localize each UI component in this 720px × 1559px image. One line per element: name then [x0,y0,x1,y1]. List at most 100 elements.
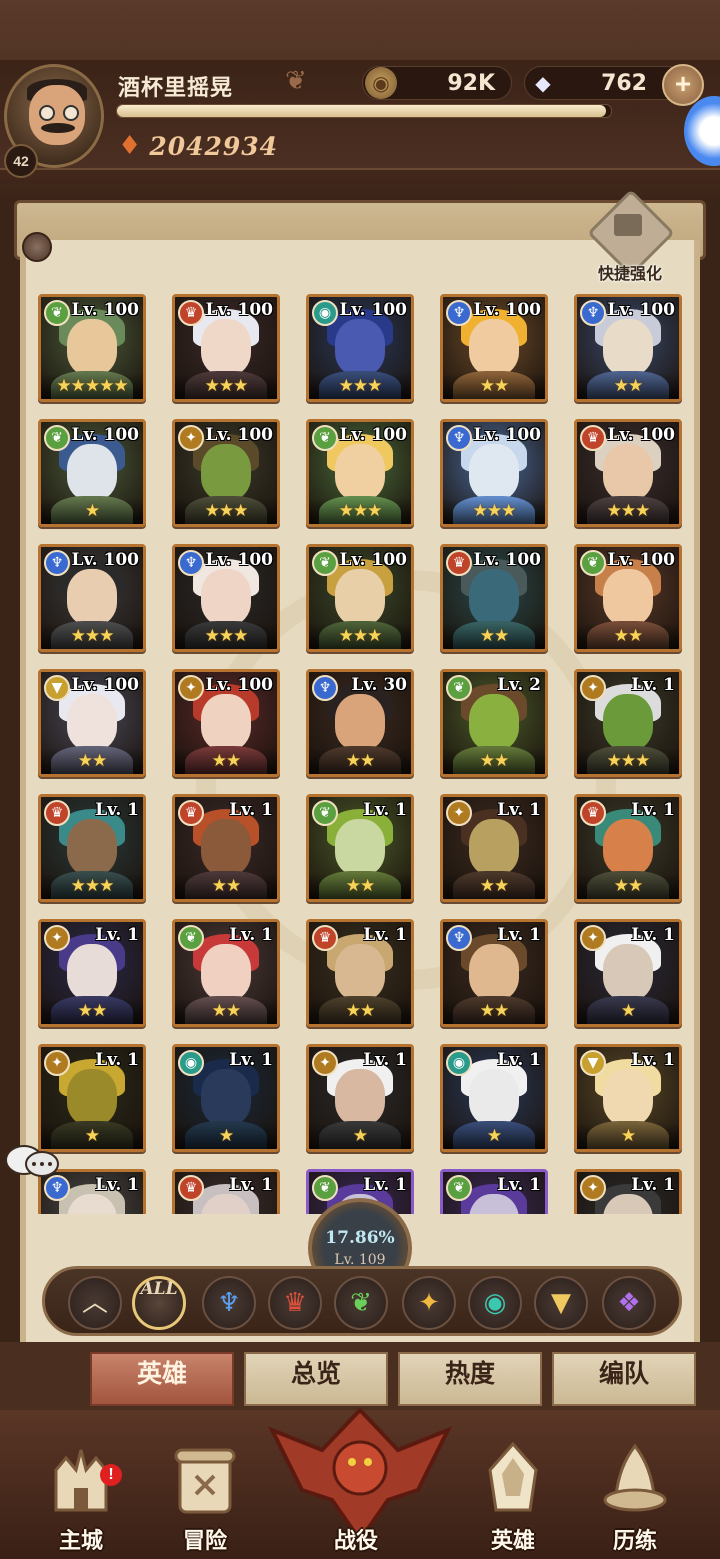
hero-card[interactable]: ✦ Lv. 1 ★★ [440,794,548,902]
hero-face [603,569,653,625]
hero-card[interactable]: ♆ Lv. 100 ★★★ [172,544,280,652]
faction-icon: ◉ [446,1050,472,1076]
hero-card[interactable]: ❦ Lv. 100 ★★★ [306,544,414,652]
hero-card[interactable]: ♆ Lv. 100 ★★ [574,294,682,402]
hero-stars: ★★★ [70,626,115,646]
diamond-counter[interactable]: ◆ 762 [524,66,684,100]
hero-card[interactable]: ♆ Lv. 30 ★★ [306,669,414,777]
faction-icon: ♆ [446,300,472,326]
hero-card[interactable]: ❦ Lv. 100 ★★★ [306,419,414,527]
filter-celestial-icon[interactable]: ▼ [534,1276,588,1330]
hero-face [201,694,251,750]
hero-card[interactable]: ✦ Lv. 1 ★★ [38,919,146,1027]
filter-collapse-icon[interactable]: ︿ [68,1276,122,1330]
hero-stars: ★ [620,1126,636,1146]
faction-icon: ❦ [178,925,204,951]
hero-helmet-icon [488,1441,538,1512]
filter-graveborn-icon[interactable]: ◉ [468,1276,522,1330]
hero-card[interactable]: ✦ Lv. 100 ★★ [172,669,280,777]
hero-face [603,444,653,500]
hero-card[interactable]: ♛ Lv. 1 ★★★ [38,794,146,902]
gold-counter[interactable]: ◉ 92K [362,66,512,100]
hero-face [469,569,519,625]
hero-card[interactable]: ♛ Lv. 1 [172,1169,280,1214]
hero-card[interactable]: ◉ Lv. 1 ★ [440,1044,548,1152]
hero-card[interactable]: ♆ Lv. 100 ★★ [440,294,548,402]
hero-level: Lv. 100 [607,425,675,445]
quick-enhance-button[interactable]: 快捷强化 [587,189,675,288]
nav-campaign[interactable]: 战役 [301,1440,411,1559]
hero-card[interactable]: ❦ Lv. 1 [440,1169,548,1214]
hero-card[interactable]: ▼ Lv. 1 ★ [574,1044,682,1152]
faction-icon: ♛ [178,800,204,826]
hero-face [67,569,117,625]
hero-level: Lv. 100 [205,300,273,320]
chat-icon[interactable] [4,1140,62,1184]
hero-level: Lv. 100 [339,425,407,445]
hero-card[interactable]: ♛ Lv. 100 ★★★ [172,294,280,402]
add-diamonds-button[interactable]: + [662,64,704,106]
nav-trials-label: 历练 [612,1529,657,1554]
hero-card[interactable]: ❦ Lv. 1 ★★ [306,794,414,902]
tab-formation[interactable]: 编队 [552,1352,696,1406]
hero-level: Lv. 1 [497,1050,541,1070]
hero-stars: ★ [620,1001,636,1021]
hero-card[interactable]: ◉ Lv. 1 ★ [172,1044,280,1152]
hero-card[interactable]: ♛ Lv. 100 ★★ [440,544,548,652]
hero-card[interactable]: ✦ Lv. 1 [574,1169,682,1214]
nav-trials[interactable]: 历练 [580,1440,690,1559]
hero-card[interactable]: ✦ Lv. 1 ★★★ [574,669,682,777]
hero-card[interactable]: ♛ Lv. 100 ★★★ [574,419,682,527]
tab-heroes[interactable]: 英雄 [90,1352,234,1406]
hero-card[interactable]: ♛ Lv. 1 ★★ [306,919,414,1027]
hero-level: Lv. 1 [229,925,273,945]
nav-adventure[interactable]: 冒险 [150,1440,260,1559]
hero-card[interactable]: ♆ Lv. 100 ★★★ [38,544,146,652]
hero-face [603,944,653,1000]
filter-hypogean-icon[interactable]: ❖ [602,1276,656,1330]
hero-card[interactable]: ❦ Lv. 1 ★★ [172,919,280,1027]
hero-card[interactable]: ▼ Lv. 100 ★★ [38,669,146,777]
hero-stars: ★ [352,1126,368,1146]
hero-card[interactable]: ♆ Lv. 100 ★★★ [440,419,548,527]
hero-stars: ★★★ [70,876,115,896]
nav-main-city[interactable]: 主城 [26,1440,136,1559]
filter-lightbearer-icon[interactable]: ♆ [202,1276,256,1330]
hero-card[interactable]: ◉ Lv. 100 ★★★ [306,294,414,402]
filter-all-icon[interactable]: ALL [132,1276,186,1330]
hero-card[interactable]: ❦ Lv. 100 ★★★★★ [38,294,146,402]
hero-card[interactable]: ❦ Lv. 2 ★★ [440,669,548,777]
hero-level: Lv. 1 [497,800,541,820]
hero-card[interactable]: ✦ Lv. 1 ★ [306,1044,414,1152]
hero-card[interactable]: ✦ Lv. 1 ★ [38,1044,146,1152]
hero-card[interactable]: ❦ Lv. 100 ★★ [574,544,682,652]
hero-card[interactable]: ♛ Lv. 1 ★★ [574,794,682,902]
hero-card[interactable]: ✦ Lv. 100 ★★★ [172,419,280,527]
diamond-value: 762 [601,71,647,96]
filter-graveborn-gold-icon[interactable]: ✦ [402,1276,456,1330]
hero-face [335,444,385,500]
hero-card[interactable]: ❦ Lv. 100 ★ [38,419,146,527]
combat-power-value: 2042934 [149,131,279,161]
hero-card[interactable]: ♛ Lv. 1 ★★ [172,794,280,902]
hero-face [67,319,117,375]
hero-face [469,819,519,875]
faction-icon: ❦ [312,800,338,826]
faction-icon: ✦ [178,675,204,701]
combat-power: ♦ 2042934 [118,128,278,164]
faction-icon: ♛ [580,800,606,826]
hero-face [201,569,251,625]
filter-maulers-icon[interactable]: ♛ [268,1276,322,1330]
nav-heroes[interactable]: 英雄 [458,1440,568,1559]
faction-icon: ♛ [312,925,338,951]
hero-level: Lv. 100 [607,550,675,570]
hero-level: Lv. 1 [497,1175,541,1195]
hero-stars: ★★ [345,1001,375,1021]
player-name[interactable]: 酒杯里摇晃 [118,70,233,102]
filter-wilder-icon[interactable]: ❦ [334,1276,388,1330]
hero-level: Lv. 1 [363,1050,407,1070]
hero-card[interactable]: ♆ Lv. 1 ★★ [440,919,548,1027]
hero-stars: ★★ [345,751,375,771]
faction-icon: ♛ [446,550,472,576]
hero-card[interactable]: ✦ Lv. 1 ★ [574,919,682,1027]
